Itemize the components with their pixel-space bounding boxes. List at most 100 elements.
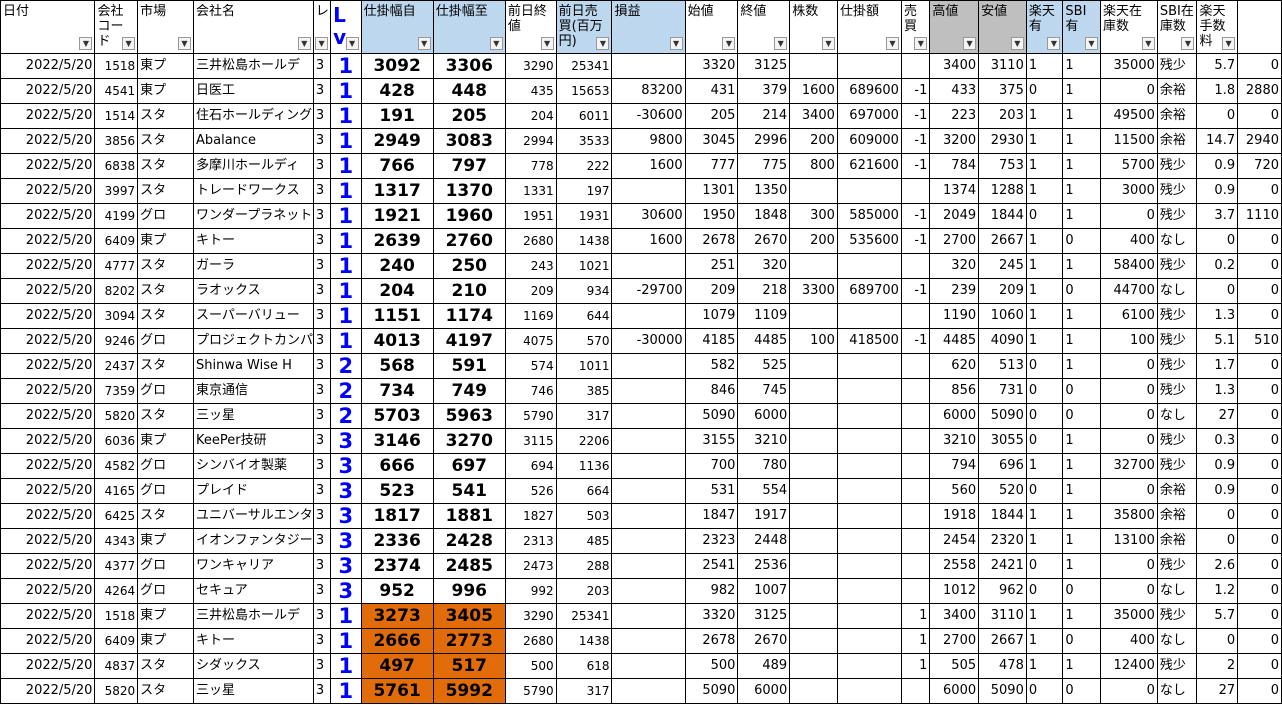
cell[interactable]: 210 <box>432 278 506 304</box>
cell[interactable]: 4197 <box>432 328 506 354</box>
cell[interactable]: 住石ホールディング <box>192 103 314 129</box>
dropdown-arrow-icon[interactable]: ▼ <box>885 37 899 50</box>
cell[interactable]: 残少 <box>1156 428 1198 454</box>
cell[interactable]: 200 <box>789 228 838 254</box>
cell[interactable]: 2313 <box>504 528 557 554</box>
cell[interactable]: 1331 <box>504 178 557 204</box>
cell[interactable]: 0 <box>1237 503 1282 529</box>
cell[interactable] <box>900 578 931 604</box>
cell[interactable]: 1600 <box>611 228 686 254</box>
cell[interactable]: 0 <box>1100 378 1158 404</box>
cell[interactable]: 794 <box>929 453 980 479</box>
cell[interactable]: 3533 <box>555 128 613 154</box>
cell[interactable]: 2022/5/20 <box>0 203 96 229</box>
cell[interactable]: 0 <box>1100 578 1158 604</box>
cell[interactable]: 2454 <box>929 528 980 554</box>
cell[interactable]: なし <box>1156 278 1198 304</box>
cell[interactable]: 2022/5/20 <box>0 503 96 529</box>
cell[interactable]: 4075 <box>504 328 557 354</box>
cell[interactable]: 余裕 <box>1156 103 1198 129</box>
cell[interactable]: 2022/5/20 <box>0 453 96 479</box>
cell[interactable]: 541 <box>432 478 506 504</box>
cell[interactable]: 3856 <box>94 128 139 154</box>
dropdown-arrow-icon[interactable]: ▼ <box>177 37 191 50</box>
cell[interactable]: 0 <box>1100 553 1158 579</box>
cell[interactable]: 1 <box>1025 503 1064 529</box>
cell[interactable]: 317 <box>555 678 613 704</box>
cell[interactable]: 3400 <box>929 53 980 79</box>
cell[interactable] <box>789 678 838 704</box>
cell[interactable]: 0 <box>1196 103 1239 129</box>
cell[interactable]: 東京通信 <box>192 378 314 404</box>
cell[interactable]: 2437 <box>94 353 139 379</box>
cell[interactable]: 残少 <box>1156 603 1198 629</box>
cell[interactable]: 三井松島ホールデ <box>192 603 314 629</box>
cell[interactable]: 1 <box>330 328 362 354</box>
cell[interactable] <box>789 253 838 279</box>
cell[interactable] <box>836 353 902 379</box>
cell[interactable]: 4264 <box>94 578 139 604</box>
cell[interactable]: イオンファンタジー <box>192 528 314 554</box>
cell[interactable]: 残少 <box>1156 328 1198 354</box>
cell[interactable]: プロジェクトカンパ <box>192 328 314 354</box>
cell[interactable] <box>789 403 838 429</box>
cell[interactable]: 3 <box>330 453 362 479</box>
cell[interactable]: 残少 <box>1156 453 1198 479</box>
cell[interactable]: 1 <box>1025 128 1064 154</box>
cell[interactable]: 191 <box>360 103 434 129</box>
cell[interactable]: 東プ <box>137 603 194 629</box>
cell[interactable]: 2022/5/20 <box>0 553 96 579</box>
cell[interactable]: スタ <box>137 103 194 129</box>
cell[interactable]: 251 <box>684 253 739 279</box>
cell[interactable]: 0 <box>1062 228 1101 254</box>
cell[interactable]: 4090 <box>978 328 1027 354</box>
cell[interactable]: 3125 <box>737 603 791 629</box>
cell[interactable]: ワンダープラネット <box>192 203 314 229</box>
cell[interactable]: 203 <box>978 103 1027 129</box>
cell[interactable]: 197 <box>555 178 613 204</box>
cell[interactable]: 0.9 <box>1196 453 1239 479</box>
cell[interactable]: 3083 <box>432 128 506 154</box>
cell[interactable]: 4582 <box>94 453 139 479</box>
cell[interactable] <box>900 428 931 454</box>
cell[interactable]: 621600 <box>836 153 902 179</box>
cell[interactable]: 700 <box>684 453 739 479</box>
cell[interactable] <box>836 428 902 454</box>
cell[interactable]: 6036 <box>94 428 139 454</box>
cell[interactable]: 689600 <box>836 78 902 104</box>
cell[interactable]: 11500 <box>1100 128 1158 154</box>
cell[interactable]: 25341 <box>555 53 613 79</box>
cell[interactable] <box>611 53 686 79</box>
dropdown-arrow-icon[interactable]: ▼ <box>1047 37 1061 50</box>
cell[interactable]: 14.7 <box>1196 128 1239 154</box>
cell[interactable]: 残少 <box>1156 153 1198 179</box>
cell[interactable]: 1917 <box>737 503 791 529</box>
cell[interactable]: 0 <box>1237 378 1282 404</box>
cell[interactable]: 4165 <box>94 478 139 504</box>
cell[interactable]: 1.2 <box>1196 578 1239 604</box>
cell[interactable]: 2022/5/20 <box>0 328 96 354</box>
cell[interactable]: 100 <box>789 328 838 354</box>
cell[interactable] <box>836 528 902 554</box>
cell[interactable]: 1 <box>1062 53 1101 79</box>
cell[interactable]: 780 <box>737 453 791 479</box>
cell[interactable]: プレイド <box>192 478 314 504</box>
cell[interactable]: 1 <box>330 78 362 104</box>
cell[interactable] <box>611 478 686 504</box>
cell[interactable]: 残少 <box>1156 178 1198 204</box>
cell[interactable]: 209 <box>684 278 739 304</box>
cell[interactable]: 0 <box>1196 628 1239 654</box>
cell[interactable]: 846 <box>684 378 739 404</box>
cell[interactable]: 554 <box>737 478 791 504</box>
cell[interactable] <box>900 303 931 329</box>
cell[interactable]: 5090 <box>684 403 739 429</box>
cell[interactable]: 2022/5/20 <box>0 128 96 154</box>
cell[interactable]: 三ッ星 <box>192 678 314 704</box>
cell[interactable]: 0 <box>1237 303 1282 329</box>
dropdown-arrow-icon[interactable]: ▼ <box>489 37 503 50</box>
cell[interactable]: 1.3 <box>1196 378 1239 404</box>
cell[interactable]: 4013 <box>360 328 434 354</box>
cell[interactable]: 1921 <box>360 203 434 229</box>
cell[interactable]: 696 <box>978 453 1027 479</box>
cell[interactable]: 東プ <box>137 78 194 104</box>
